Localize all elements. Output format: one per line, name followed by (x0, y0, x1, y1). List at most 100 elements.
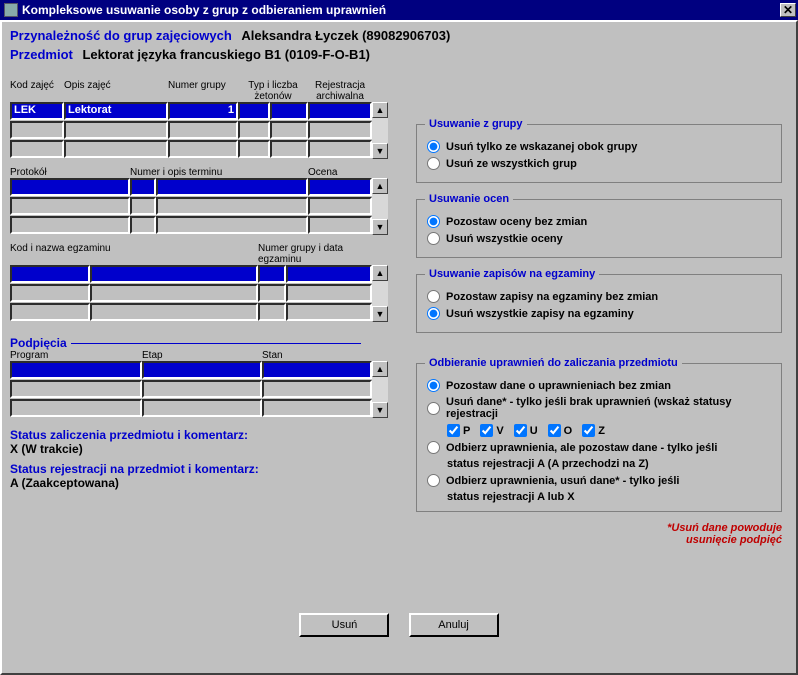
radio-odbierz-usun[interactable] (427, 474, 440, 487)
status-rejestracji-value: A (Zaakceptowana) (10, 476, 408, 490)
radio-pozostaw-oceny[interactable] (427, 215, 440, 228)
check-v[interactable] (480, 424, 493, 437)
scroll-up-icon[interactable]: ▲ (372, 178, 388, 194)
radio-odbierz-pozostaw[interactable] (427, 441, 440, 454)
podpiecia-headers: Program Etap Stan (10, 350, 408, 361)
scroll-up-icon[interactable]: ▲ (372, 102, 388, 118)
person-name: Aleksandra Łyczek (89082906703) (241, 28, 450, 43)
col-typ: Typ i liczba żetonów (238, 80, 308, 102)
table-row[interactable] (10, 284, 372, 302)
status-checkboxes: P V U O Z (447, 424, 773, 437)
label-usun-wskazana: Usuń tylko ze wskazanej obok grupy (446, 141, 637, 153)
legend-usuwanie-zapisow: Usuwanie zapisów na egzaminy (425, 268, 599, 280)
group-usuwanie-ocen: Usuwanie ocen Pozostaw oceny bez zmian U… (416, 193, 782, 258)
col-termin: Numer i opis terminu (130, 167, 308, 178)
table-row[interactable] (10, 178, 372, 196)
cell-kod[interactable]: LEK (10, 102, 64, 120)
membership-header: Przynależność do grup zajęciowych Aleksa… (10, 28, 788, 43)
label-odbierz-pozostaw: Odbierz uprawnienia, ale pozostaw dane -… (446, 442, 717, 454)
scroll-down-icon[interactable]: ▼ (372, 306, 388, 322)
cell-opis[interactable]: Lektorat (64, 102, 168, 120)
grid1-scrollbar[interactable]: ▲ ▼ (372, 102, 388, 159)
cell-rej[interactable] (308, 102, 372, 120)
col-numer: Numer grupy (168, 80, 238, 102)
subject-value: Lektorat języka francuskiego B1 (0109-F-… (82, 47, 370, 62)
legend-odbieranie: Odbieranie uprawnień do zaliczania przed… (425, 357, 682, 369)
radio-usun-zapisy[interactable] (427, 307, 440, 320)
col-opis: Opis zajęć (64, 80, 168, 102)
table-row[interactable] (10, 121, 372, 139)
table-row[interactable] (10, 361, 372, 379)
radio-pozostaw-zapisy[interactable] (427, 290, 440, 303)
app-icon (4, 3, 18, 17)
label-pozostaw-dane: Pozostaw dane o uprawnieniach bez zmian (446, 380, 671, 392)
scroll-up-icon[interactable]: ▲ (372, 361, 388, 377)
status-zaliczenia-value: X (W trakcie) (10, 442, 408, 456)
close-icon[interactable]: ✕ (780, 3, 796, 17)
table-row[interactable] (10, 216, 372, 234)
usun-button[interactable]: Usuń (299, 613, 389, 637)
window-title: Kompleksowe usuwanie osoby z grup z odbi… (22, 3, 386, 17)
podpiecia-scrollbar[interactable]: ▲ ▼ (372, 361, 388, 418)
check-z[interactable] (582, 424, 595, 437)
label-usun-zapisy: Usuń wszystkie zapisy na egzaminy (446, 308, 634, 320)
col-grupa-data: Numer grupy i data egzaminu (258, 243, 372, 265)
group-usuwanie-zapisow: Usuwanie zapisów na egzaminy Pozostaw za… (416, 268, 782, 333)
footnote: *Usuń dane powoduje usunięcie podpięć (416, 522, 782, 546)
radio-usun-wszystkie[interactable] (427, 157, 440, 170)
label-pozostaw-oceny: Pozostaw oceny bez zmian (446, 216, 587, 228)
label-odbierz-pozostaw-2: status rejestracji A (A przechodzi na Z) (447, 458, 773, 470)
table-row[interactable] (10, 399, 372, 417)
label-usun-dane-brak: Usuń dane* - tylko jeśli brak uprawnień … (446, 396, 773, 420)
scroll-down-icon[interactable]: ▼ (372, 143, 388, 159)
scroll-up-icon[interactable]: ▲ (372, 265, 388, 281)
table-row[interactable] (10, 303, 372, 321)
podpiecia-title: Podpięcia (10, 336, 408, 350)
label-odbierz-usun-2: status rejestracji A lub X (447, 491, 773, 503)
legend-usuwanie-grupy: Usuwanie z grupy (425, 118, 527, 130)
grid3-headers: Kod i nazwa egzaminu Numer grupy i data … (10, 243, 408, 265)
table-row[interactable]: LEK Lektorat 1 (10, 102, 372, 120)
label-usun-oceny: Usuń wszystkie oceny (446, 233, 563, 245)
radio-pozostaw-dane[interactable] (427, 379, 440, 392)
grid1-headers: Kod zajęć Opis zajęć Numer grupy Typ i l… (10, 80, 408, 102)
subject-label: Przedmiot (10, 47, 73, 62)
cell-typ2[interactable] (270, 102, 308, 120)
grid2-headers: Protokół Numer i opis terminu Ocena (10, 167, 408, 178)
table-row[interactable] (10, 380, 372, 398)
subject-header: Przedmiot Lektorat języka francuskiego B… (10, 47, 788, 62)
col-protokol: Protokół (10, 167, 130, 178)
col-rej: Rejestracja archiwalna (308, 80, 372, 102)
table-row[interactable] (10, 265, 372, 283)
radio-usun-oceny[interactable] (427, 232, 440, 245)
grid2-scrollbar[interactable]: ▲ ▼ (372, 178, 388, 235)
check-u[interactable] (514, 424, 527, 437)
radio-usun-dane-brak[interactable] (427, 402, 440, 415)
label-usun-wszystkie: Usuń ze wszystkich grup (446, 158, 577, 170)
status-rejestracji-label: Status rejestracji na przedmiot i koment… (10, 462, 408, 476)
group-usuwanie-grupy: Usuwanie z grupy Usuń tylko ze wskazanej… (416, 118, 782, 183)
col-egzamin: Kod i nazwa egzaminu (10, 243, 258, 265)
scroll-down-icon[interactable]: ▼ (372, 402, 388, 418)
label-odbierz-usun: Odbierz uprawnienia, usuń dane* - tylko … (446, 475, 680, 487)
check-o[interactable] (548, 424, 561, 437)
scroll-down-icon[interactable]: ▼ (372, 219, 388, 235)
anuluj-button[interactable]: Anuluj (409, 613, 499, 637)
col-etap: Etap (142, 350, 262, 361)
cell-numer[interactable]: 1 (168, 102, 238, 120)
radio-usun-wskazana[interactable] (427, 140, 440, 153)
titlebar: Kompleksowe usuwanie osoby z grup z odbi… (0, 0, 798, 20)
col-program: Program (10, 350, 142, 361)
legend-usuwanie-ocen: Usuwanie ocen (425, 193, 513, 205)
col-ocena: Ocena (308, 167, 372, 178)
label-pozostaw-zapisy: Pozostaw zapisy na egzaminy bez zmian (446, 291, 658, 303)
status-zaliczenia-label: Status zaliczenia przedmiotu i komentarz… (10, 428, 408, 442)
table-row[interactable] (10, 140, 372, 158)
check-p[interactable] (447, 424, 460, 437)
col-stan: Stan (262, 350, 372, 361)
membership-label: Przynależność do grup zajęciowych (10, 28, 232, 43)
grid3-scrollbar[interactable]: ▲ ▼ (372, 265, 388, 322)
table-row[interactable] (10, 197, 372, 215)
cell-typ1[interactable] (238, 102, 270, 120)
group-odbieranie-uprawnien: Odbieranie uprawnień do zaliczania przed… (416, 357, 782, 512)
